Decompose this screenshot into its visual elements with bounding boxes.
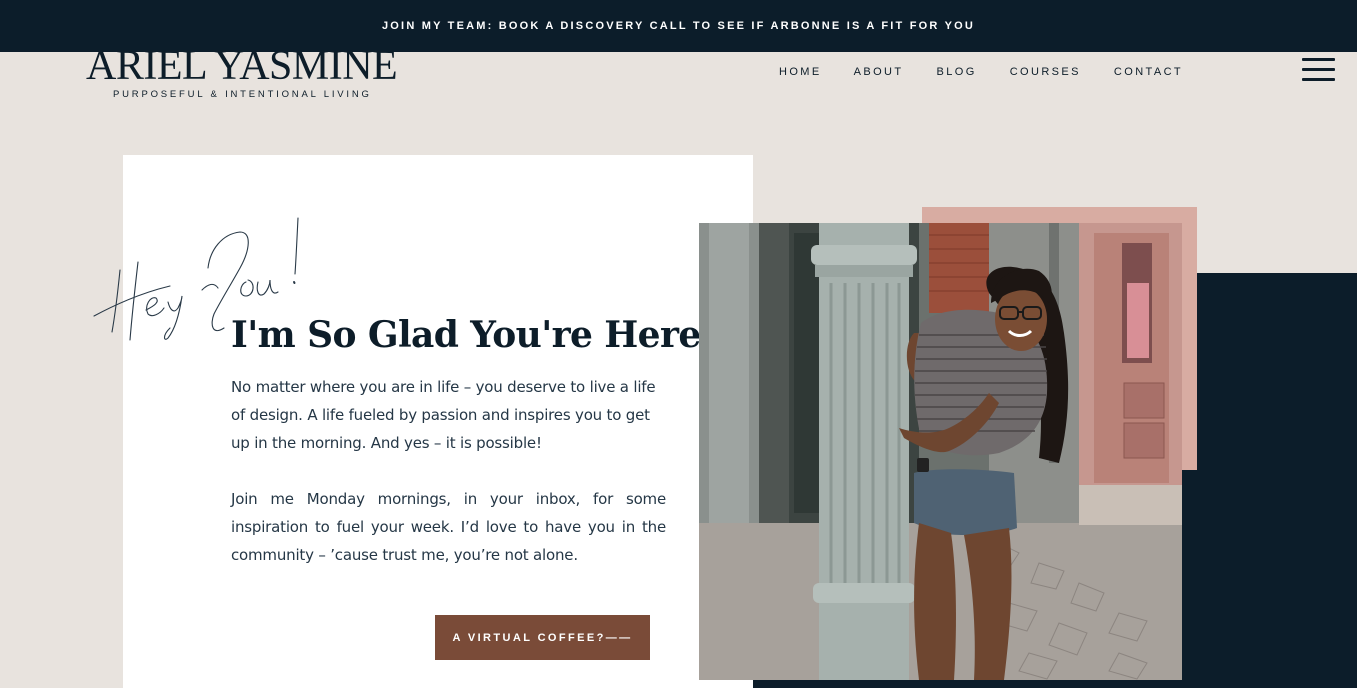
nav-item-blog[interactable]: BLOG (937, 66, 977, 78)
main-nav: HOME ABOUT BLOG COURSES CONTACT (779, 66, 1183, 78)
hero-photo (699, 223, 1182, 680)
logo-tagline: PURPOSEFUL & INTENTIONAL LIVING (113, 89, 372, 100)
hamburger-icon[interactable] (1302, 58, 1335, 81)
announcement-link[interactable]: JOIN MY TEAM: BOOK A DISCOVERY CALL TO S… (382, 20, 975, 32)
nav-item-home[interactable]: HOME (779, 66, 822, 78)
hero-paragraph-2: Join me Monday mornings, in your inbox, … (231, 490, 666, 564)
nav-item-contact[interactable]: CONTACT (1114, 66, 1183, 78)
hero-photo-illustration (699, 223, 1182, 680)
hero-headline: I'm So Glad You're Here. (231, 314, 713, 356)
hero-paragraph-1: No matter where you are in life – you de… (231, 378, 656, 452)
site-logo[interactable]: ARIEL YASMINE PURPOSEFUL & INTENTIONAL L… (86, 43, 398, 100)
virtual-coffee-button[interactable]: A VIRTUAL COFFEE?—— (435, 615, 650, 660)
logo-name: ARIEL YASMINE (86, 43, 398, 89)
nav-item-courses[interactable]: COURSES (1010, 66, 1081, 78)
nav-item-about[interactable]: ABOUT (854, 66, 904, 78)
